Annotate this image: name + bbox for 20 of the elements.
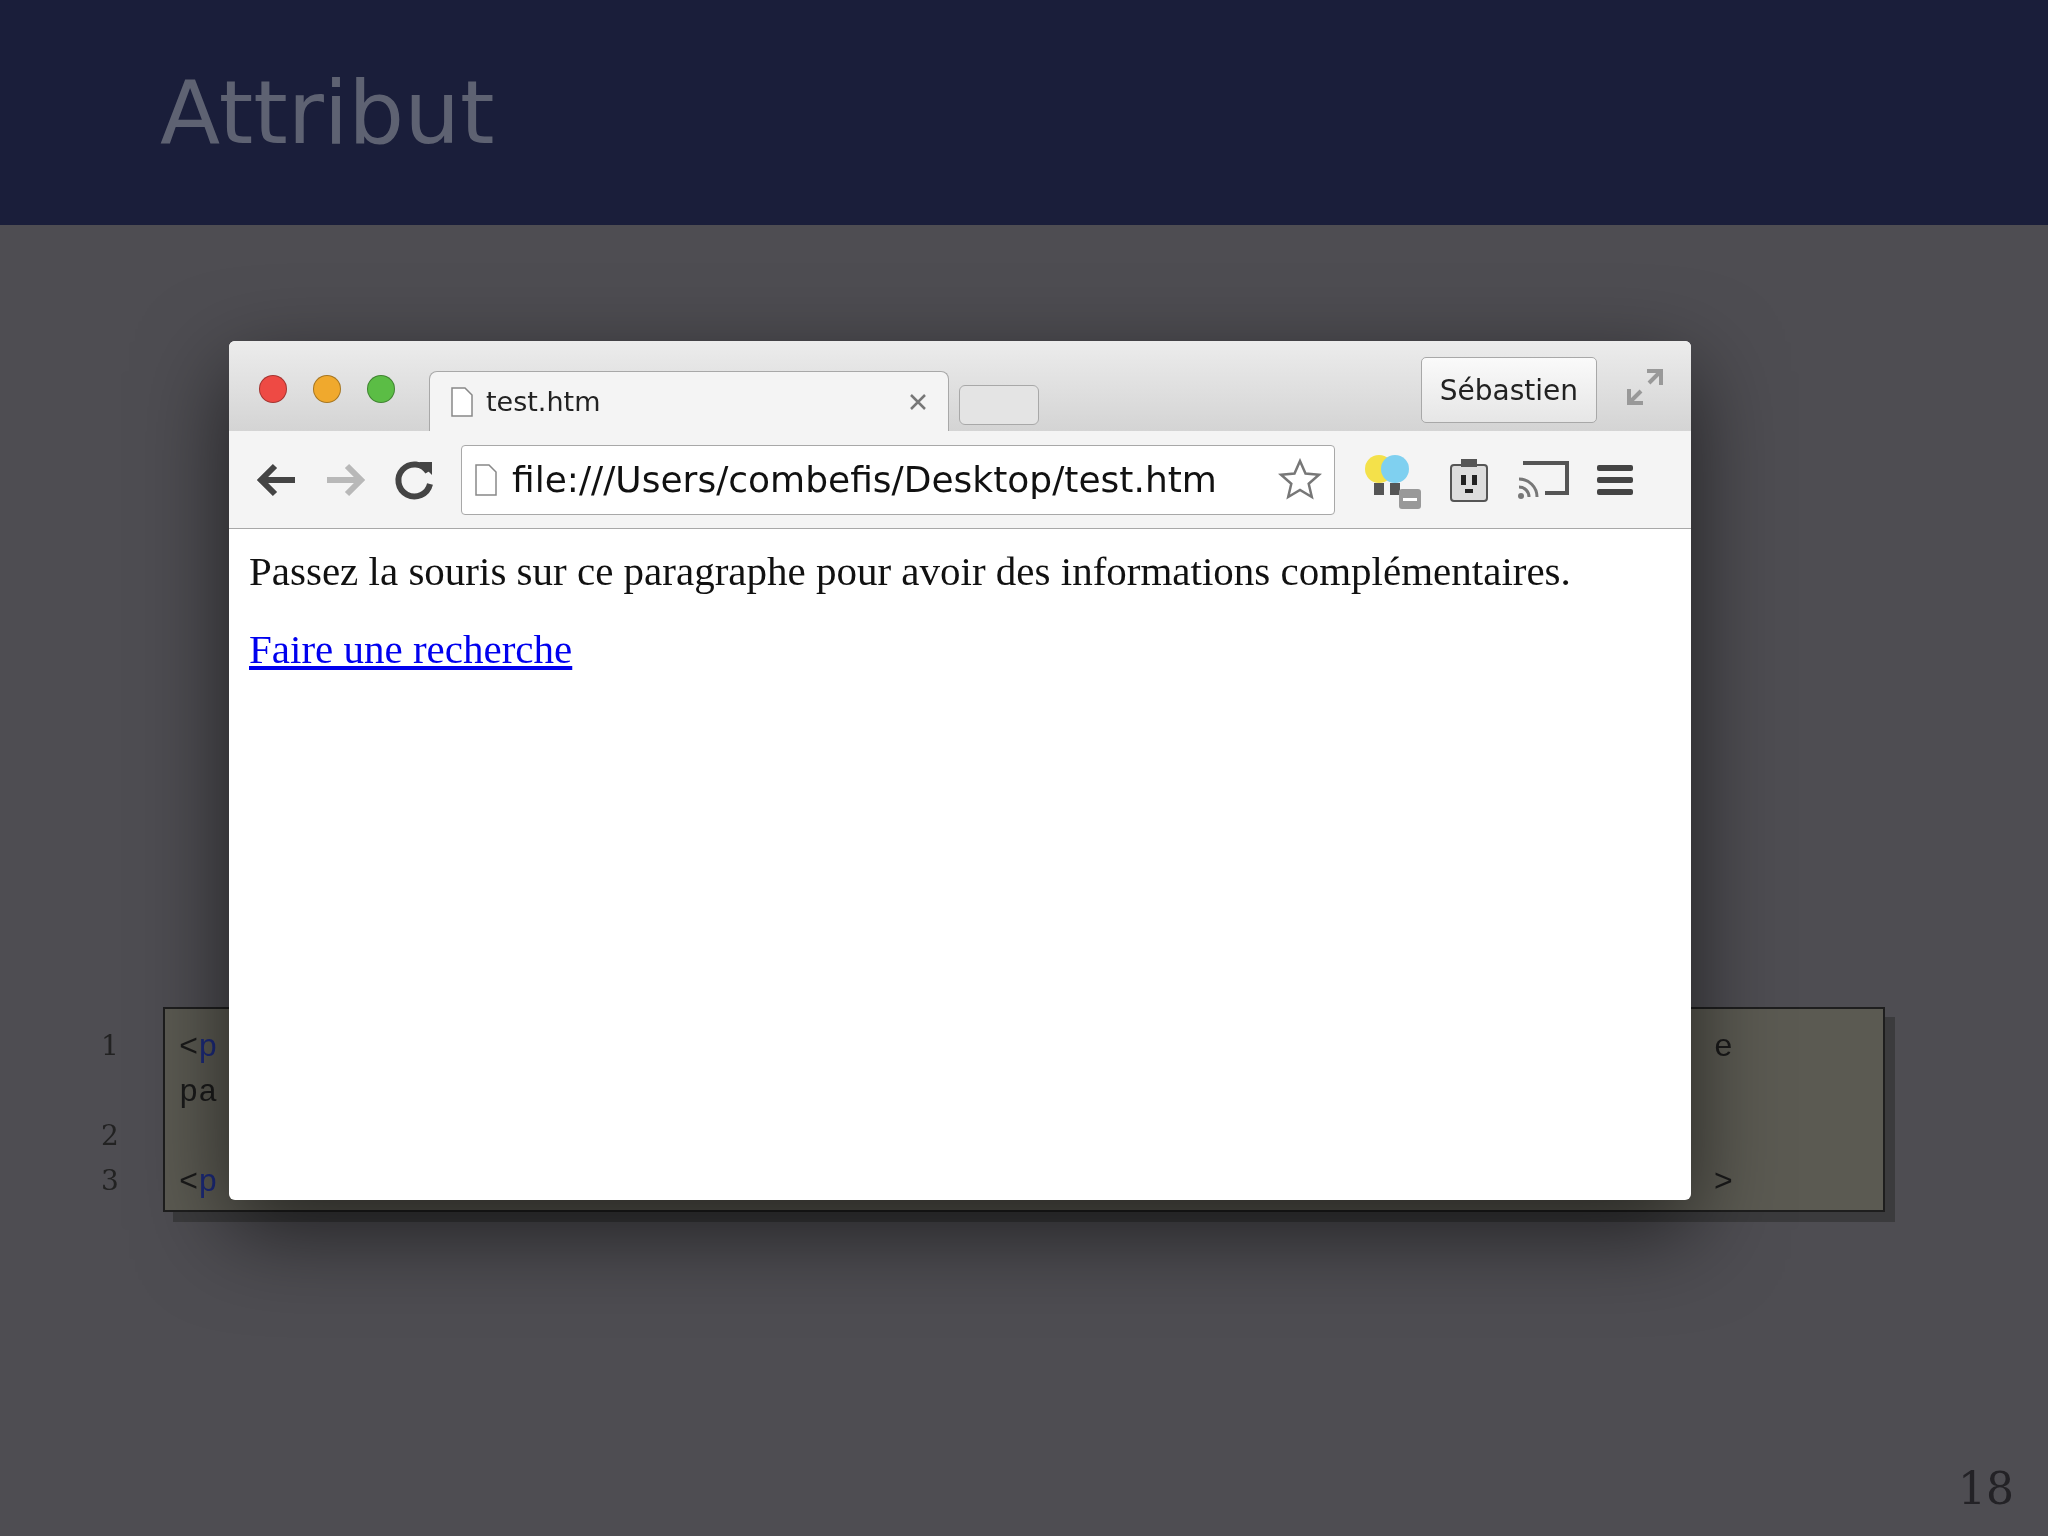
plug-icon[interactable]: [1447, 456, 1491, 503]
search-link[interactable]: Faire une recherche: [249, 626, 573, 672]
page-icon: [474, 463, 498, 496]
code-text: >: [1713, 1163, 1733, 1203]
close-button[interactable]: [259, 375, 287, 403]
code-text: pa: [179, 1073, 218, 1113]
zoom-button[interactable]: [367, 375, 395, 403]
close-icon[interactable]: [908, 391, 928, 412]
browser-tab[interactable]: test.htm: [429, 371, 949, 431]
cast-icon[interactable]: [1515, 458, 1571, 501]
code-text: e: [1713, 1028, 1733, 1068]
address-bar[interactable]: file:///Users/combefis/Desktop/test.htm: [461, 444, 1335, 515]
minimize-button[interactable]: [313, 375, 341, 403]
slide-title: Attribut: [160, 61, 495, 164]
page-icon: [450, 386, 474, 417]
code-text: <: [179, 1029, 199, 1066]
code-text: <: [179, 1164, 199, 1201]
paragraph: Passez la souris sur ce paragraphe pour avoir des informations complémentaires.: [249, 547, 1572, 595]
star-icon[interactable]: [1278, 457, 1322, 502]
profile-button[interactable]: Sébastien: [1420, 357, 1597, 423]
